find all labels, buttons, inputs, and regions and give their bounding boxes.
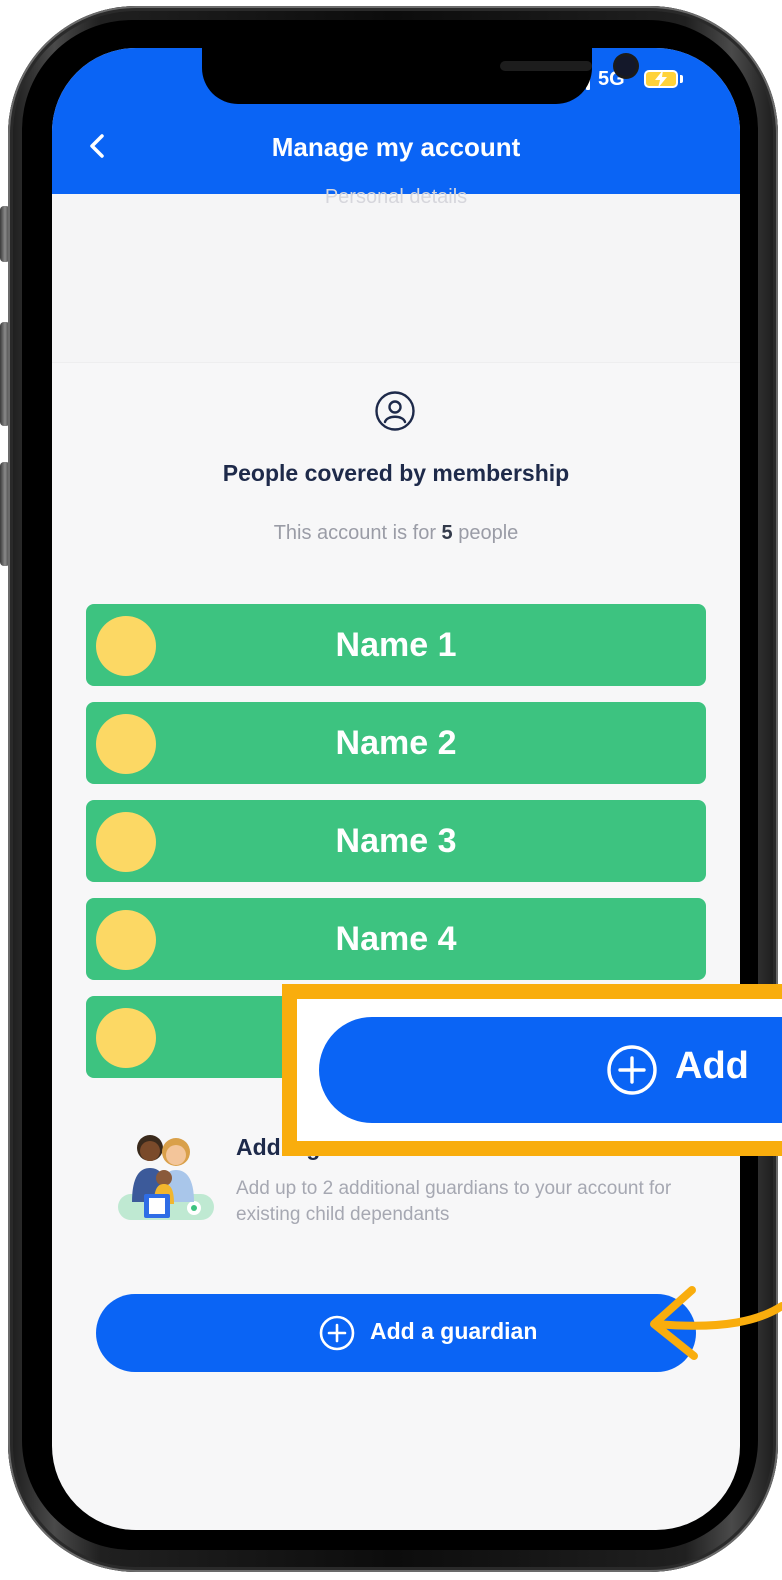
- member-name: Name 4: [335, 920, 457, 958]
- membership-subtitle: This account is for 5 people: [52, 522, 740, 545]
- member-row[interactable]: Name 3: [86, 800, 706, 882]
- membership-title: People covered by membership: [222, 460, 570, 486]
- user-circle-icon: [375, 391, 415, 431]
- guardian-description: Add up to 2 additional guardians to your…: [236, 1178, 672, 1225]
- subtitle-prefix: This account is for: [273, 522, 442, 544]
- battery-cap: [680, 75, 683, 83]
- add-guardian-button[interactable]: Add a guardian: [96, 1294, 696, 1372]
- member-name: Name 3: [335, 822, 457, 860]
- plus-circle-icon: [607, 1045, 657, 1095]
- page-title: Manage my account: [271, 132, 521, 162]
- member-row[interactable]: Name 1: [86, 604, 706, 686]
- callout-add-button[interactable]: Add: [319, 1017, 782, 1123]
- phone-screen: 5G Manage my account Personal details Pe…: [52, 48, 740, 1530]
- front-camera: [616, 56, 636, 76]
- notch: [202, 48, 636, 104]
- zoom-callout: Add: [282, 984, 782, 1156]
- callout-add-label: Add: [675, 1045, 749, 1087]
- member-row[interactable]: Name 4: [86, 898, 706, 980]
- add-guardian-label: Add a guardian: [370, 1318, 538, 1344]
- personal-details-section: Personal details: [52, 186, 740, 363]
- member-name: Name 2: [335, 724, 457, 762]
- personal-details-label: Personal details: [324, 186, 468, 208]
- family-illustration-icon: [118, 1135, 214, 1220]
- people-count: 5: [441, 522, 453, 544]
- avatar: [96, 1008, 156, 1068]
- stage: 5G Manage my account Personal details Pe…: [0, 0, 782, 1580]
- plus-circle-icon: [319, 1315, 355, 1351]
- subtitle-suffix: people: [452, 522, 519, 544]
- member-row[interactable]: Name 2: [86, 702, 706, 784]
- member-name: Name 1: [335, 626, 457, 664]
- speaker: [500, 61, 592, 71]
- curved-arrow-icon: [650, 1286, 782, 1360]
- charging-bolt-icon: [655, 70, 667, 88]
